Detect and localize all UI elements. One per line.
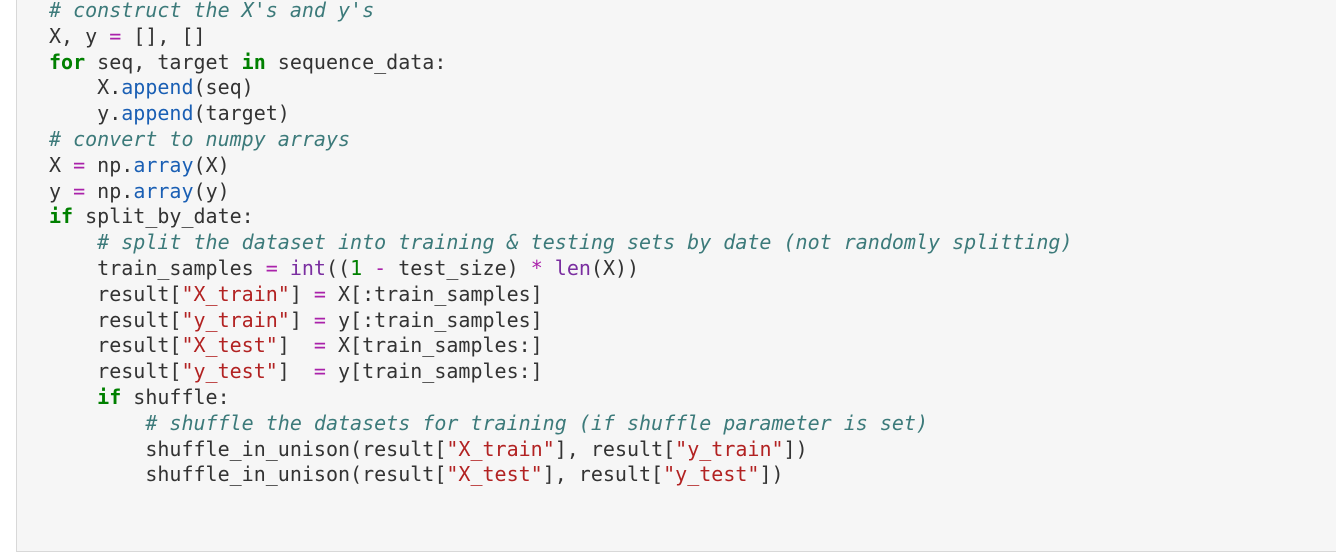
code-token: ] bbox=[289, 281, 314, 306]
code-token: ]) bbox=[783, 436, 808, 461]
code-token: = bbox=[313, 307, 326, 332]
code-token: test_size) bbox=[386, 255, 531, 280]
code-line: # split the dataset into training & test… bbox=[49, 230, 1336, 256]
code-token: np. bbox=[85, 152, 134, 177]
code-token: result[ bbox=[49, 359, 182, 384]
code-token: sequence_data: bbox=[265, 49, 447, 74]
code-token: * bbox=[530, 255, 543, 280]
code-line: X, y = [], [] bbox=[49, 24, 1336, 50]
code-token: # split the dataset into training & test… bbox=[97, 230, 1073, 255]
code-token: = bbox=[73, 152, 86, 177]
code-token: X bbox=[49, 152, 74, 177]
code-token: = bbox=[265, 255, 278, 280]
code-token: train_samples bbox=[49, 255, 266, 280]
code-token: = bbox=[313, 281, 326, 306]
code-token: ], result[ bbox=[554, 436, 676, 461]
code-line: shuffle_in_unison(result["X_test"], resu… bbox=[49, 462, 1336, 488]
code-token: array bbox=[133, 178, 194, 203]
code-token: X[train_samples:] bbox=[325, 333, 543, 358]
code-line: X.append(seq) bbox=[49, 75, 1336, 101]
code-token: (y) bbox=[193, 178, 230, 203]
code-line: train_samples = int((1 - test_size) * le… bbox=[49, 256, 1336, 282]
code-token: "y_train" bbox=[181, 307, 290, 332]
code-token: append bbox=[121, 101, 194, 126]
code-line: if shuffle: bbox=[49, 385, 1336, 411]
code-line: shuffle_in_unison(result["X_train"], res… bbox=[49, 437, 1336, 463]
code-line: result["y_test"] = y[train_samples:] bbox=[49, 359, 1336, 385]
code-token: = bbox=[109, 23, 122, 48]
code-token: = bbox=[313, 359, 326, 384]
code-token: # convert to numpy arrays bbox=[49, 126, 351, 151]
code-token: if bbox=[49, 204, 74, 229]
code-block: # construct the X's and y's X, y = [], []… bbox=[16, 0, 1336, 552]
code-token: "X_test" bbox=[446, 462, 543, 487]
code-line: y.append(target) bbox=[49, 101, 1336, 127]
code-token: (( bbox=[325, 255, 351, 280]
code-line: # convert to numpy arrays bbox=[49, 127, 1336, 153]
code-token: = bbox=[313, 333, 326, 358]
code-token: "X_train" bbox=[446, 436, 555, 461]
code-token: y. bbox=[49, 101, 122, 126]
code-token: result[ bbox=[49, 333, 182, 358]
code-token: for bbox=[49, 49, 86, 74]
code-token: X[:train_samples] bbox=[325, 281, 543, 306]
code-listing: # construct the X's and y's X, y = [], []… bbox=[17, 0, 1336, 488]
code-token: [], [] bbox=[121, 23, 206, 48]
code-line: # shuffle the datasets for training (if … bbox=[49, 411, 1336, 437]
code-line: result["X_train"] = X[:train_samples] bbox=[49, 282, 1336, 308]
code-token: # construct the X's and y's bbox=[49, 0, 375, 22]
code-token: "y_test" bbox=[663, 462, 760, 487]
code-token: # shuffle the datasets for training (if … bbox=[145, 410, 928, 435]
code-token: ], result[ bbox=[542, 462, 664, 487]
code-token: ] bbox=[277, 333, 314, 358]
code-token: 1 bbox=[350, 255, 363, 280]
code-line: X = np.array(X) bbox=[49, 153, 1336, 179]
code-token: int bbox=[289, 255, 326, 280]
code-token: result[ bbox=[49, 307, 182, 332]
code-token: X, y bbox=[49, 23, 110, 48]
code-token: result[ bbox=[49, 281, 182, 306]
code-line: y = np.array(y) bbox=[49, 179, 1336, 205]
code-token: (X) bbox=[193, 152, 230, 177]
code-token: y[train_samples:] bbox=[325, 359, 543, 384]
code-token: shuffle_in_unison(result[ bbox=[49, 436, 447, 461]
code-token: array bbox=[133, 152, 194, 177]
code-token: y bbox=[49, 178, 74, 203]
code-token: shuffle_in_unison(result[ bbox=[49, 462, 447, 487]
code-token: = bbox=[73, 178, 86, 203]
code-line: for seq, target in sequence_data: bbox=[49, 50, 1336, 76]
code-token: - bbox=[374, 255, 387, 280]
code-token: (target) bbox=[193, 101, 290, 126]
code-line: result["y_train"] = y[:train_samples] bbox=[49, 308, 1336, 334]
code-token: "y_train" bbox=[675, 436, 784, 461]
code-token: seq, target bbox=[85, 49, 242, 74]
code-token: y[:train_samples] bbox=[325, 307, 543, 332]
code-token: "X_test" bbox=[181, 333, 278, 358]
code-token: "X_train" bbox=[181, 281, 290, 306]
code-line: result["X_test"] = X[train_samples:] bbox=[49, 333, 1336, 359]
code-token: "y_test" bbox=[181, 359, 278, 384]
code-token: np. bbox=[85, 178, 134, 203]
code-token: len bbox=[554, 255, 591, 280]
code-token: (seq) bbox=[193, 75, 254, 100]
code-token: in bbox=[241, 49, 266, 74]
code-token: ] bbox=[289, 307, 314, 332]
code-line: # construct the X's and y's bbox=[49, 0, 1336, 24]
code-token: X. bbox=[49, 75, 122, 100]
code-token: ]) bbox=[759, 462, 784, 487]
code-token: ] bbox=[277, 359, 314, 384]
code-token: append bbox=[121, 75, 194, 100]
code-token: if bbox=[97, 384, 122, 409]
code-token: shuffle: bbox=[121, 384, 230, 409]
code-token: (X)) bbox=[590, 255, 640, 280]
code-line: if split_by_date: bbox=[49, 204, 1336, 230]
code-token: split_by_date: bbox=[73, 204, 254, 229]
